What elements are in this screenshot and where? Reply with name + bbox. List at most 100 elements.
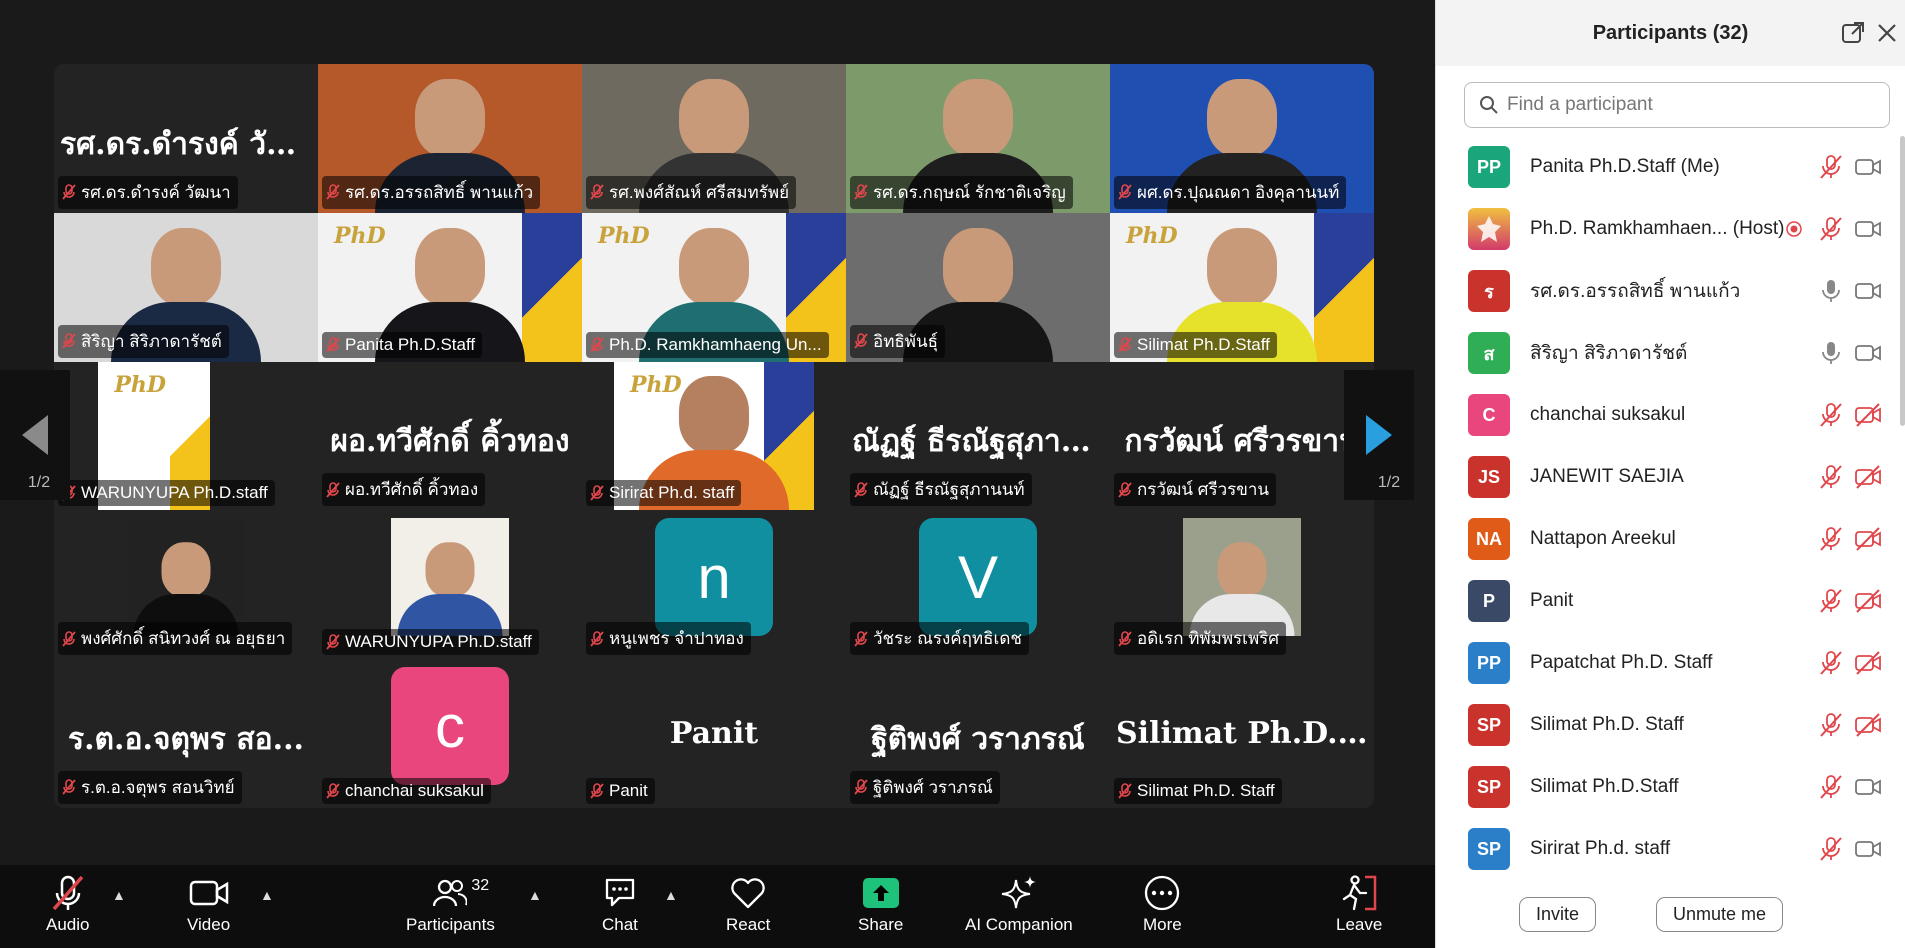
- video-tile[interactable]: Silimat Ph.D. St... Silimat Ph.D. Staff: [1110, 659, 1374, 808]
- video-tile[interactable]: PhD WARUNYUPA Ph.D.staff: [54, 361, 318, 511]
- video-tile[interactable]: พงศ์ศักดิ์ สนิทวงศ์ ณ อยุธยา: [54, 510, 318, 660]
- tile-name-text: อิทธิพันธุ์: [873, 331, 938, 351]
- mic-muted-icon[interactable]: [1818, 402, 1844, 428]
- unmute-me-button[interactable]: Unmute me: [1655, 896, 1784, 932]
- invite-button[interactable]: Invite: [1518, 896, 1596, 932]
- video-options-caret[interactable]: ▲: [260, 887, 274, 903]
- video-off-icon[interactable]: [1854, 588, 1882, 614]
- tile-name-text: สิริญา สิริภาดารัชต์: [81, 331, 222, 351]
- mic-icon[interactable]: [1818, 340, 1844, 366]
- video-button[interactable]: Video: [187, 871, 230, 935]
- audio-label: Audio: [46, 915, 90, 934]
- tile-name-text: ร.ต.อ.จตุพร สอนวิทย์: [81, 777, 235, 797]
- video-tile[interactable]: V วัชระ ณรงค์ฤทธิเดช: [846, 510, 1110, 660]
- gallery-grid: รศ.ดร.ดำรงค์ วัฒ... รศ.ดร.ดำรงค์ วัฒนา รศ.…: [54, 64, 1374, 808]
- video-tile[interactable]: ผศ.ดร.ปุณณดา อิงคุลานนท์: [1110, 64, 1374, 213]
- mic-muted-icon[interactable]: [1818, 774, 1844, 800]
- mic-muted-icon: [854, 779, 868, 796]
- tile-name-label: รศ.ดร.อรรถสิทธิ์ พานแก้ว: [322, 175, 541, 209]
- video-camera-icon[interactable]: [1854, 774, 1882, 800]
- participant-row[interactable]: PP Papatchat Ph.D. Staff: [1436, 632, 1898, 694]
- video-off-icon[interactable]: [1854, 712, 1882, 738]
- react-button[interactable]: React: [726, 871, 770, 935]
- video-tile[interactable]: อดิเรก ทิพัมพรเพริศ: [1110, 510, 1374, 660]
- video-tile[interactable]: รศ.ดร.กฤษณ์ รักชาติเจริญ: [846, 64, 1110, 213]
- participant-row[interactable]: SP Sirirat Ph.d. staff: [1436, 818, 1898, 872]
- video-tile[interactable]: ผอ.ทวีศักดิ์ คิ้วทอง ผอ.ทวีศักดิ์ คิ้วทอง: [318, 361, 582, 511]
- share-button[interactable]: Share: [858, 871, 903, 935]
- mic-muted-icon: [326, 184, 340, 200]
- video-camera-icon[interactable]: [1854, 278, 1882, 304]
- video-tile[interactable]: PhD Silimat Ph.D.Staff: [1110, 212, 1374, 362]
- participant-search-box[interactable]: [1464, 82, 1890, 128]
- participant-search-input[interactable]: [1507, 94, 1877, 116]
- mic-muted-icon[interactable]: [1818, 154, 1844, 180]
- video-off-icon[interactable]: [1854, 650, 1882, 676]
- participant-row[interactable]: NA Nattapon Areekul: [1436, 508, 1898, 570]
- more-button[interactable]: More: [1143, 871, 1182, 935]
- mic-muted-icon[interactable]: [1818, 216, 1844, 242]
- video-tile[interactable]: อิทธิพันธุ์: [846, 212, 1110, 362]
- meeting-toolbar: Audio ▲ Video ▲ 32 Participants ▲ Chat ▲…: [0, 865, 1435, 948]
- participant-row[interactable]: Ph.D. Ramkhamhaen... (Host): [1436, 198, 1898, 260]
- mic-icon[interactable]: [1818, 278, 1844, 304]
- participant-row[interactable]: SP Silimat Ph.D.Staff: [1436, 756, 1898, 818]
- participant-row[interactable]: P Panit: [1436, 570, 1898, 632]
- tile-display-name: ณัฏฐ์ ธีรณัฐสุภาน...: [852, 424, 1110, 460]
- participant-row[interactable]: PP Panita Ph.D.Staff (Me): [1436, 136, 1898, 198]
- audio-button[interactable]: Audio: [46, 871, 89, 935]
- audio-options-caret[interactable]: ▲: [112, 887, 126, 903]
- close-icon[interactable]: [1874, 20, 1900, 46]
- video-tile[interactable]: ฐิติพงศ์ วราภรณ์ ฐิติพงศ์ วราภรณ์: [846, 659, 1110, 808]
- video-tile[interactable]: c chanchai suksakul: [318, 659, 582, 808]
- pop-out-icon[interactable]: [1840, 20, 1866, 46]
- video-tile[interactable]: รศ.ดร.ดำรงค์ วัฒ... รศ.ดร.ดำรงค์ วัฒนา: [54, 64, 318, 213]
- participant-figure: [397, 542, 503, 637]
- participant-row[interactable]: JS JANEWIT SAEJIA: [1436, 446, 1898, 508]
- video-tile[interactable]: กรวัฒน์ ศรีวรขาน กรวัฒน์ ศรีวรขาน: [1110, 361, 1374, 511]
- participant-name: รศ.ดร.อรรถสิทธิ์ พานแก้ว: [1530, 281, 1741, 302]
- mic-muted-icon[interactable]: [1818, 650, 1844, 676]
- participants-options-caret[interactable]: ▲: [528, 887, 542, 903]
- video-camera-icon[interactable]: [1854, 340, 1882, 366]
- mic-muted-icon[interactable]: [1818, 464, 1844, 490]
- video-off-icon[interactable]: [1854, 402, 1882, 428]
- video-tile[interactable]: n หนูเพชร จำปาทอง: [582, 510, 846, 660]
- video-off-icon[interactable]: [1854, 526, 1882, 552]
- participant-row[interactable]: ส สิริญา สิริภาดารัชต์: [1436, 322, 1898, 384]
- mic-muted-icon[interactable]: [1818, 712, 1844, 738]
- tile-name-label: หนูเพชร จำปาทอง: [586, 622, 751, 656]
- leave-button[interactable]: Leave: [1336, 871, 1382, 935]
- video-tile[interactable]: ร.ต.อ.จตุพร สอ... ร.ต.อ.จตุพร สอนวิทย์: [54, 659, 318, 808]
- mic-muted-icon[interactable]: [1818, 588, 1844, 614]
- video-tile[interactable]: รศ.พงศ์สัณห์ ศรีสมทรัพย์: [582, 64, 846, 213]
- video-tile[interactable]: PhD Sirirat Ph.d. staff: [582, 361, 846, 511]
- participant-head: [1207, 227, 1277, 306]
- participants-button[interactable]: 32 Participants: [406, 871, 495, 935]
- video-tile[interactable]: รศ.ดร.อรรถสิทธิ์ พานแก้ว: [318, 64, 582, 213]
- video-tile[interactable]: PhD Panita Ph.D.Staff: [318, 212, 582, 362]
- video-camera-icon[interactable]: [1854, 836, 1882, 862]
- video-tile[interactable]: Panit Panit: [582, 659, 846, 808]
- mic-muted-icon[interactable]: [1818, 526, 1844, 552]
- ai-companion-button[interactable]: AI Companion: [965, 871, 1073, 935]
- tile-display-name: ผอ.ทวีศักดิ์ คิ้วทอง: [330, 424, 570, 460]
- participant-head: [679, 375, 749, 454]
- participant-row[interactable]: ร รศ.ดร.อรรถสิทธิ์ พานแก้ว: [1436, 260, 1898, 322]
- video-camera-icon[interactable]: [1854, 154, 1882, 180]
- video-tile[interactable]: สิริญา สิริภาดารัชต์: [54, 212, 318, 362]
- participant-row[interactable]: SP Silimat Ph.D. Staff: [1436, 694, 1898, 756]
- video-camera-icon[interactable]: [1854, 216, 1882, 242]
- leave-door-icon: [1343, 875, 1377, 911]
- chat-button[interactable]: Chat: [602, 871, 638, 935]
- participant-list-scrollbar[interactable]: [1900, 136, 1905, 426]
- video-tile[interactable]: WARUNYUPA Ph.D.staff: [318, 510, 582, 660]
- video-tile[interactable]: ณัฏฐ์ ธีรณัฐสุภาน... ณัฏฐ์ ธีรณัฐสุภานนท์: [846, 361, 1110, 511]
- participant-avatar: JS: [1468, 456, 1510, 498]
- participant-name: Silimat Ph.D.Staff: [1530, 776, 1679, 797]
- participant-row[interactable]: Cchanchai suksakul: [1436, 384, 1898, 446]
- video-off-icon[interactable]: [1854, 464, 1882, 490]
- chat-options-caret[interactable]: ▲: [664, 887, 678, 903]
- video-tile[interactable]: PhD Ph.D. Ramkhamhaeng Un...: [582, 212, 846, 362]
- mic-muted-icon[interactable]: [1818, 836, 1844, 862]
